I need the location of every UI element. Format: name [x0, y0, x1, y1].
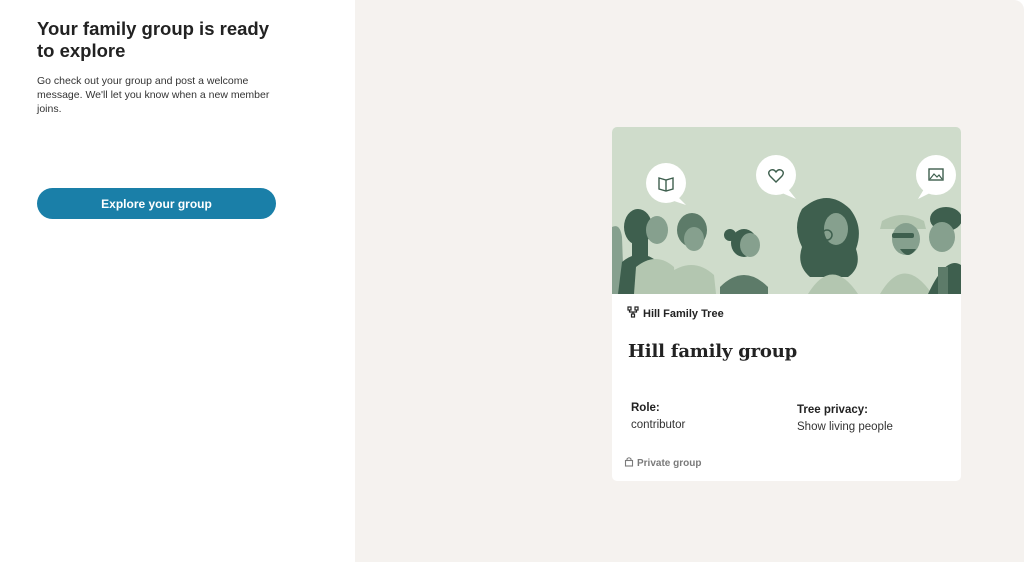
intro-panel: Your family group is ready to explore Go… [0, 0, 355, 562]
family-tree-icon [627, 305, 639, 323]
group-title: Hill family group [628, 341, 797, 362]
private-group-label: Private group [637, 457, 702, 469]
tree-link[interactable]: Hill Family Tree [627, 306, 724, 322]
private-group-indicator: Private group [624, 456, 701, 470]
group-card: Hill Family Tree Hill family group Role:… [612, 127, 961, 481]
page-title: Your family group is ready to explore [37, 18, 269, 61]
tree-privacy-value: Show living people [797, 421, 893, 433]
role-value: contributor [631, 419, 686, 431]
people-illustration [612, 198, 961, 294]
tree-name: Hill Family Tree [643, 308, 724, 320]
explore-group-button[interactable]: Explore your group [37, 188, 276, 219]
heart-icon [756, 155, 796, 199]
role-label: Role: [631, 402, 660, 414]
lock-icon [624, 454, 634, 472]
intro-description: Go check out your group and post a welco… [37, 75, 270, 115]
group-banner-illustration [612, 127, 961, 294]
tree-privacy-label: Tree privacy: [797, 404, 868, 416]
book-icon [646, 163, 686, 205]
image-icon [916, 155, 956, 199]
